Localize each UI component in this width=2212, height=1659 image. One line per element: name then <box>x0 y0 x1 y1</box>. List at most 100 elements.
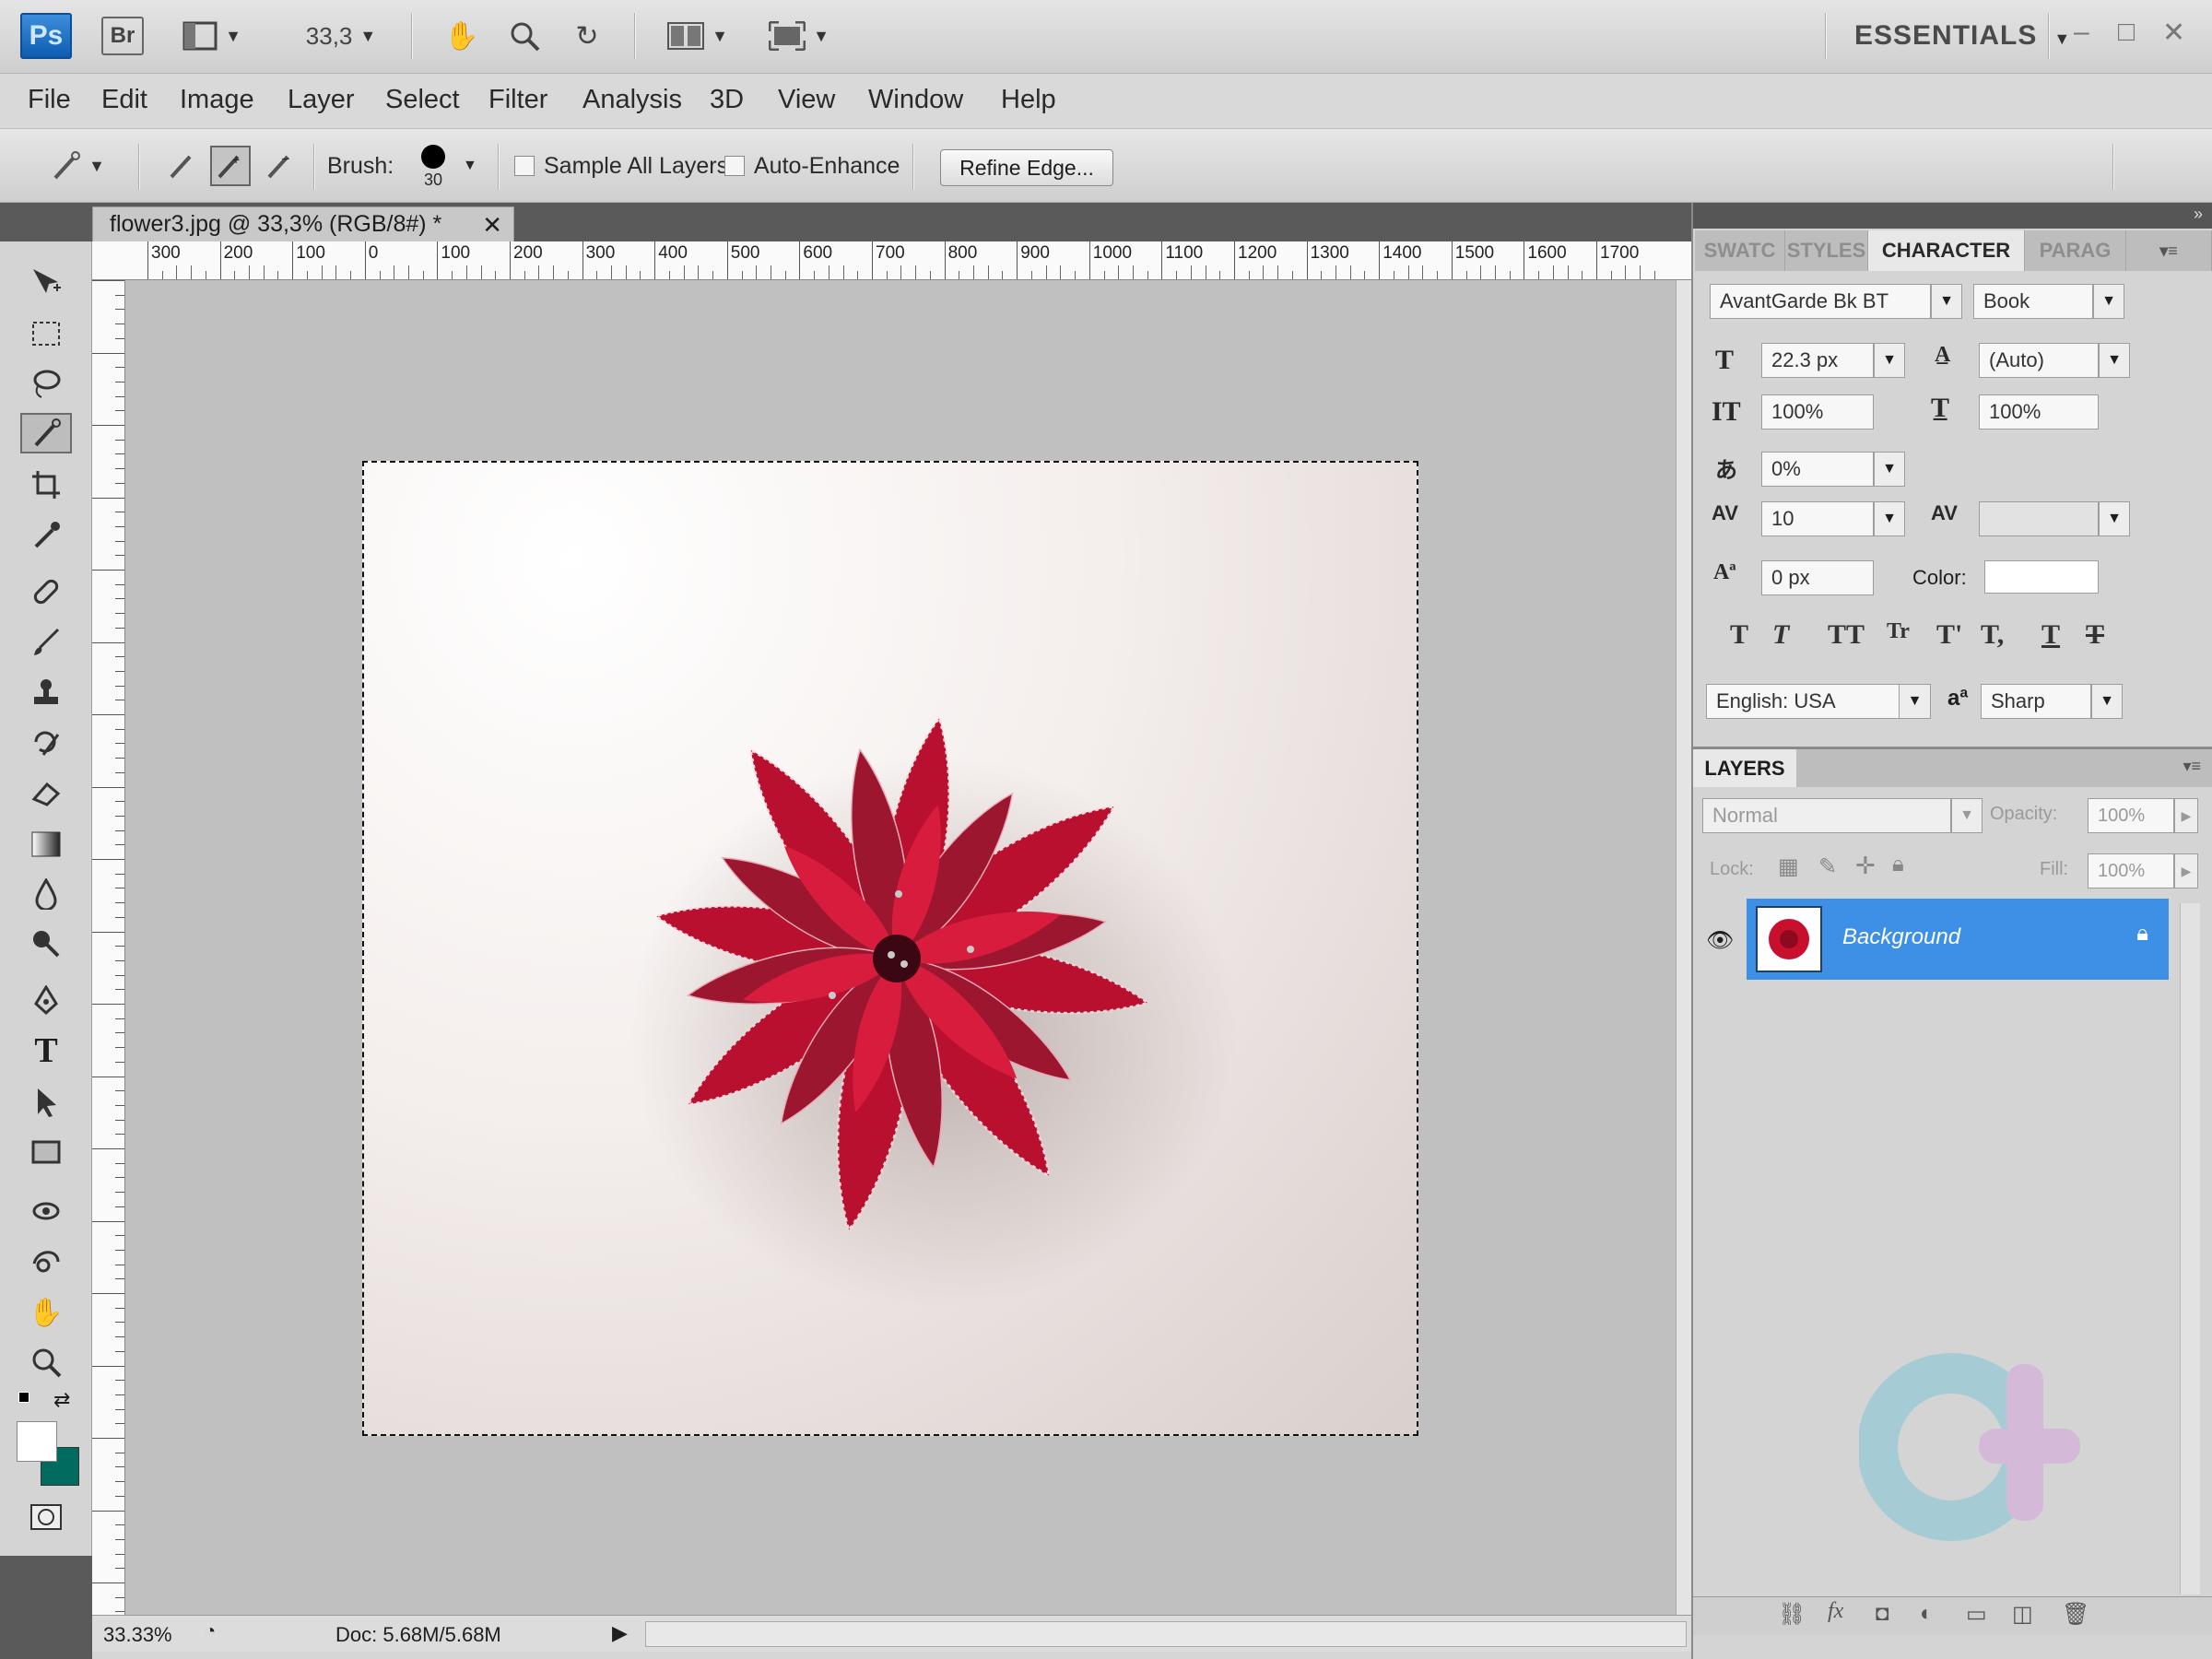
lock-all-icon[interactable]: 🔒︎ <box>1892 852 1904 877</box>
tracking-field[interactable]: 10 <box>1761 501 1874 536</box>
rotate-view-button[interactable]: ↻ <box>564 13 610 59</box>
font-style-field[interactable]: Book <box>1973 284 2093 319</box>
panel-menu-button[interactable]: ▾≡ <box>2126 230 2212 271</box>
layers-menu-button[interactable]: ▾≡ <box>2183 757 2201 776</box>
layer-visibility-toggle[interactable]: 👁︎ <box>1704 912 1737 966</box>
brush-picker[interactable]: 30 <box>413 129 453 203</box>
superscript-button[interactable]: T' <box>1936 619 1962 651</box>
tab-styles[interactable]: STYLES <box>1785 230 1868 271</box>
add-mask-icon[interactable]: ◘ <box>1876 1601 1889 1627</box>
blend-mode-field[interactable]: Normal <box>1702 798 1951 833</box>
all-caps-button[interactable]: TT <box>1828 619 1865 651</box>
subtract-from-selection-button[interactable]: – <box>260 146 300 186</box>
blend-mode-dropdown[interactable]: ▼ <box>1951 798 1983 833</box>
lock-position-icon[interactable]: ✛ <box>1855 852 1876 880</box>
brush-picker-arrow[interactable]: ▼ <box>463 129 477 203</box>
fill-slider-button[interactable]: ▶ <box>2174 853 2198 888</box>
zoom-tool[interactable] <box>20 1342 72 1382</box>
maximize-button[interactable]: □ <box>2118 17 2135 48</box>
pen-tool[interactable] <box>20 981 72 1021</box>
panel-dock-header[interactable]: » <box>1693 203 2212 229</box>
opacity-slider-button[interactable]: ▶ <box>2174 798 2198 833</box>
kerning-dropdown[interactable]: ▼ <box>2099 501 2130 536</box>
clone-stamp-tool[interactable] <box>20 673 72 713</box>
trash-icon[interactable]: 🗑︎ <box>2062 1601 2089 1628</box>
menu-help[interactable]: Help <box>1001 85 1056 115</box>
opacity-field[interactable]: 100% <box>2088 798 2174 833</box>
font-size-dropdown[interactable]: ▼ <box>1874 343 1905 378</box>
view-extras-button[interactable]: ▼ <box>175 13 249 59</box>
quick-mask-button[interactable] <box>20 1497 72 1537</box>
menu-filter[interactable]: Filter <box>488 85 547 115</box>
workspace-switcher[interactable]: ESSENTIALS ▼ <box>1854 20 2071 52</box>
3d-rotate-tool[interactable] <box>20 1191 72 1231</box>
blur-tool[interactable] <box>20 874 72 914</box>
tab-swatches[interactable]: SWATC <box>1695 230 1785 271</box>
faux-italic-button[interactable]: T <box>1772 619 1789 651</box>
small-caps-button[interactable]: Tr <box>1887 619 1910 644</box>
minimize-button[interactable]: – <box>2074 17 2089 48</box>
text-color-swatch[interactable] <box>1984 560 2099 594</box>
menu-select[interactable]: Select <box>385 85 460 115</box>
baseline-shift-field[interactable]: 0 px <box>1761 560 1874 595</box>
horizontal-scale-field[interactable]: 100% <box>1979 394 2099 429</box>
tool-preset-picker[interactable]: ▼ <box>41 146 114 186</box>
document-tab[interactable]: flower3.jpg @ 33,3% (RGB/8#) * ✕ <box>92 206 514 241</box>
type-tool[interactable]: T <box>20 1030 72 1071</box>
link-layers-icon[interactable]: ⛓︎ <box>1778 1601 1806 1628</box>
marquee-tool[interactable] <box>20 313 72 354</box>
menu-layer[interactable]: Layer <box>288 85 355 115</box>
quick-selection-tool[interactable] <box>20 413 72 453</box>
auto-enhance-checkbox[interactable]: Auto-Enhance <box>724 129 900 203</box>
layers-scrollbar[interactable] <box>2180 903 2200 1594</box>
menu-analysis[interactable]: Analysis <box>582 85 682 115</box>
font-size-field[interactable]: 22.3 px <box>1761 343 1874 378</box>
document-image[interactable] <box>362 461 1418 1436</box>
close-button[interactable]: ✕ <box>2162 17 2185 49</box>
font-style-dropdown[interactable]: ▼ <box>2093 284 2124 319</box>
font-family-field[interactable]: AvantGarde Bk BT <box>1710 284 1931 319</box>
underline-button[interactable]: T <box>2041 619 2060 651</box>
sample-all-layers-checkbox[interactable]: Sample All Layers <box>514 129 728 203</box>
shape-tool[interactable] <box>20 1132 72 1172</box>
close-document-icon[interactable]: ✕ <box>482 211 502 240</box>
swap-colors-button[interactable]: ⇄ <box>53 1388 70 1412</box>
tracking-dropdown[interactable]: ▼ <box>1874 501 1905 536</box>
adjustment-layer-icon[interactable]: ◐ <box>1920 1601 1934 1627</box>
language-field[interactable]: English: USA <box>1706 684 1900 719</box>
eraser-tool[interactable] <box>20 772 72 813</box>
screen-mode-button[interactable]: ▼ <box>758 13 841 59</box>
hand-tool[interactable]: ✋ <box>20 1292 72 1333</box>
bridge-button[interactable]: Br <box>101 17 144 55</box>
horizontal-scrollbar[interactable] <box>645 1621 1687 1647</box>
tab-paragraph[interactable]: PARAG <box>2025 230 2126 271</box>
antialias-dropdown[interactable]: ▼ <box>2091 684 2123 719</box>
antialias-field[interactable]: Sharp <box>1981 684 2091 719</box>
lock-image-icon[interactable]: ✎ <box>1818 853 1837 880</box>
gradient-tool[interactable] <box>20 824 72 865</box>
zoom-tool-button[interactable] <box>501 13 547 59</box>
leading-dropdown[interactable]: ▼ <box>2099 343 2130 378</box>
faux-bold-button[interactable]: T <box>1730 619 1748 651</box>
default-colors-button[interactable] <box>18 1392 39 1412</box>
status-info-icon[interactable]: ◔ <box>205 1621 216 1642</box>
vertical-scale-field[interactable]: 100% <box>1761 394 1874 429</box>
healing-brush-tool[interactable] <box>20 571 72 612</box>
fill-field[interactable]: 100% <box>2088 853 2174 888</box>
foreground-color-swatch[interactable] <box>17 1421 57 1462</box>
leading-field[interactable]: (Auto) <box>1979 343 2099 378</box>
layer-row[interactable]: Background 🔒︎ <box>1747 899 2169 980</box>
subscript-button[interactable]: T, <box>1981 619 2004 651</box>
path-selection-tool[interactable] <box>20 1082 72 1123</box>
move-tool[interactable] <box>20 262 72 302</box>
font-family-dropdown[interactable]: ▼ <box>1931 284 1962 319</box>
vertical-scrollbar[interactable] <box>1676 280 1691 1615</box>
language-dropdown[interactable]: ▼ <box>1900 684 1931 719</box>
zoom-percentage[interactable]: 33.33% <box>103 1623 172 1647</box>
new-layer-icon[interactable]: ◫ <box>2012 1601 2033 1628</box>
3d-orbit-tool[interactable] <box>20 1241 72 1281</box>
brush-tool[interactable] <box>20 621 72 662</box>
refine-edge-button[interactable]: Refine Edge... <box>940 149 1113 186</box>
new-group-icon[interactable]: ▭ <box>1966 1601 1987 1628</box>
menu-image[interactable]: Image <box>180 85 254 115</box>
